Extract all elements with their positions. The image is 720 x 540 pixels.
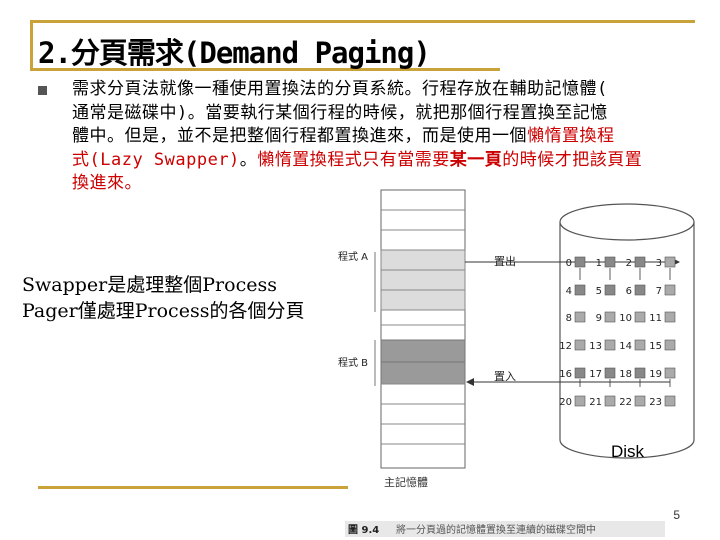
disk-page-block (604, 256, 616, 268)
disk-page-number: 9 (596, 313, 602, 324)
disk-page-block (574, 395, 586, 407)
disk-page-number: 13 (589, 341, 602, 352)
disk-label: Disk (611, 442, 645, 461)
disk-page-number: 15 (649, 341, 662, 352)
disk-page-number: 17 (589, 369, 602, 380)
note-line-2: Pager僅處理Process的各個分頁 (22, 300, 305, 322)
figure-caption-number: 圖 9.4 (348, 524, 379, 536)
disk-page-number: 7 (656, 286, 662, 297)
figure-caption: 將一分頁過的記憶體置換至連續的磁碟空間中 (396, 523, 596, 536)
disk-page-number: 3 (656, 258, 662, 269)
disk-page-block (604, 395, 616, 407)
bottom-rule (38, 486, 348, 489)
disk-page-block (604, 311, 616, 323)
disk-page-number: 6 (626, 286, 632, 297)
disk-page-block (664, 256, 676, 268)
disk-page-block (604, 284, 616, 296)
swapper-pager-note: Swapper是處理整個Process Pager僅處理Process的各個分頁 (22, 272, 305, 324)
disk-page-number: 23 (649, 397, 662, 408)
disk-page-block (634, 256, 646, 268)
disk-page-block (574, 339, 586, 351)
disk-page-block (664, 311, 676, 323)
disk-page-number: 20 (559, 397, 572, 408)
disk-page-number: 8 (566, 313, 572, 324)
program-b-label: 程式 B (338, 356, 368, 369)
swap-out-label: 置出 (494, 254, 516, 268)
disk-page-block (664, 367, 676, 379)
page-number: 5 (673, 508, 680, 522)
disk-page-number: 21 (589, 397, 602, 408)
disk-page-block (574, 256, 586, 268)
disk-page-number: 4 (566, 286, 572, 297)
disk-page-number: 5 (596, 286, 602, 297)
disk-page-number: 14 (619, 341, 632, 352)
swap-in-label: 置入 (494, 370, 516, 383)
disk-page-number: 18 (619, 369, 632, 380)
disk-page-block (574, 311, 586, 323)
disk-page-number: 16 (559, 369, 572, 380)
disk-page-number: 11 (649, 313, 662, 324)
disk-page-block (634, 367, 646, 379)
disk-page-block (634, 339, 646, 351)
disk-page-block (664, 284, 676, 296)
disk-page-number: 22 (619, 397, 632, 408)
disk-page-number: 1 (596, 258, 602, 269)
disk-page-number: 12 (559, 341, 572, 352)
note-line-1: Swapper是處理整個Process (22, 274, 277, 296)
disk-cylinder (559, 203, 695, 459)
disk-page-block (574, 284, 586, 296)
main-memory-column (380, 189, 466, 469)
disk-page-number: 19 (649, 369, 662, 380)
disk-page-number: 0 (566, 258, 572, 269)
program-a-label: 程式 A (338, 250, 368, 263)
disk-page-number: 10 (619, 313, 632, 324)
disk-page-block (634, 311, 646, 323)
disk-page-block (604, 339, 616, 351)
disk-page-block (664, 339, 676, 351)
disk-page-block (634, 284, 646, 296)
main-memory-label: 主記憶體 (384, 475, 428, 489)
disk-page-block (604, 367, 616, 379)
disk-page-block (664, 395, 676, 407)
disk-page-number: 2 (626, 258, 632, 269)
disk-page-block (634, 395, 646, 407)
disk-page-block (574, 367, 586, 379)
